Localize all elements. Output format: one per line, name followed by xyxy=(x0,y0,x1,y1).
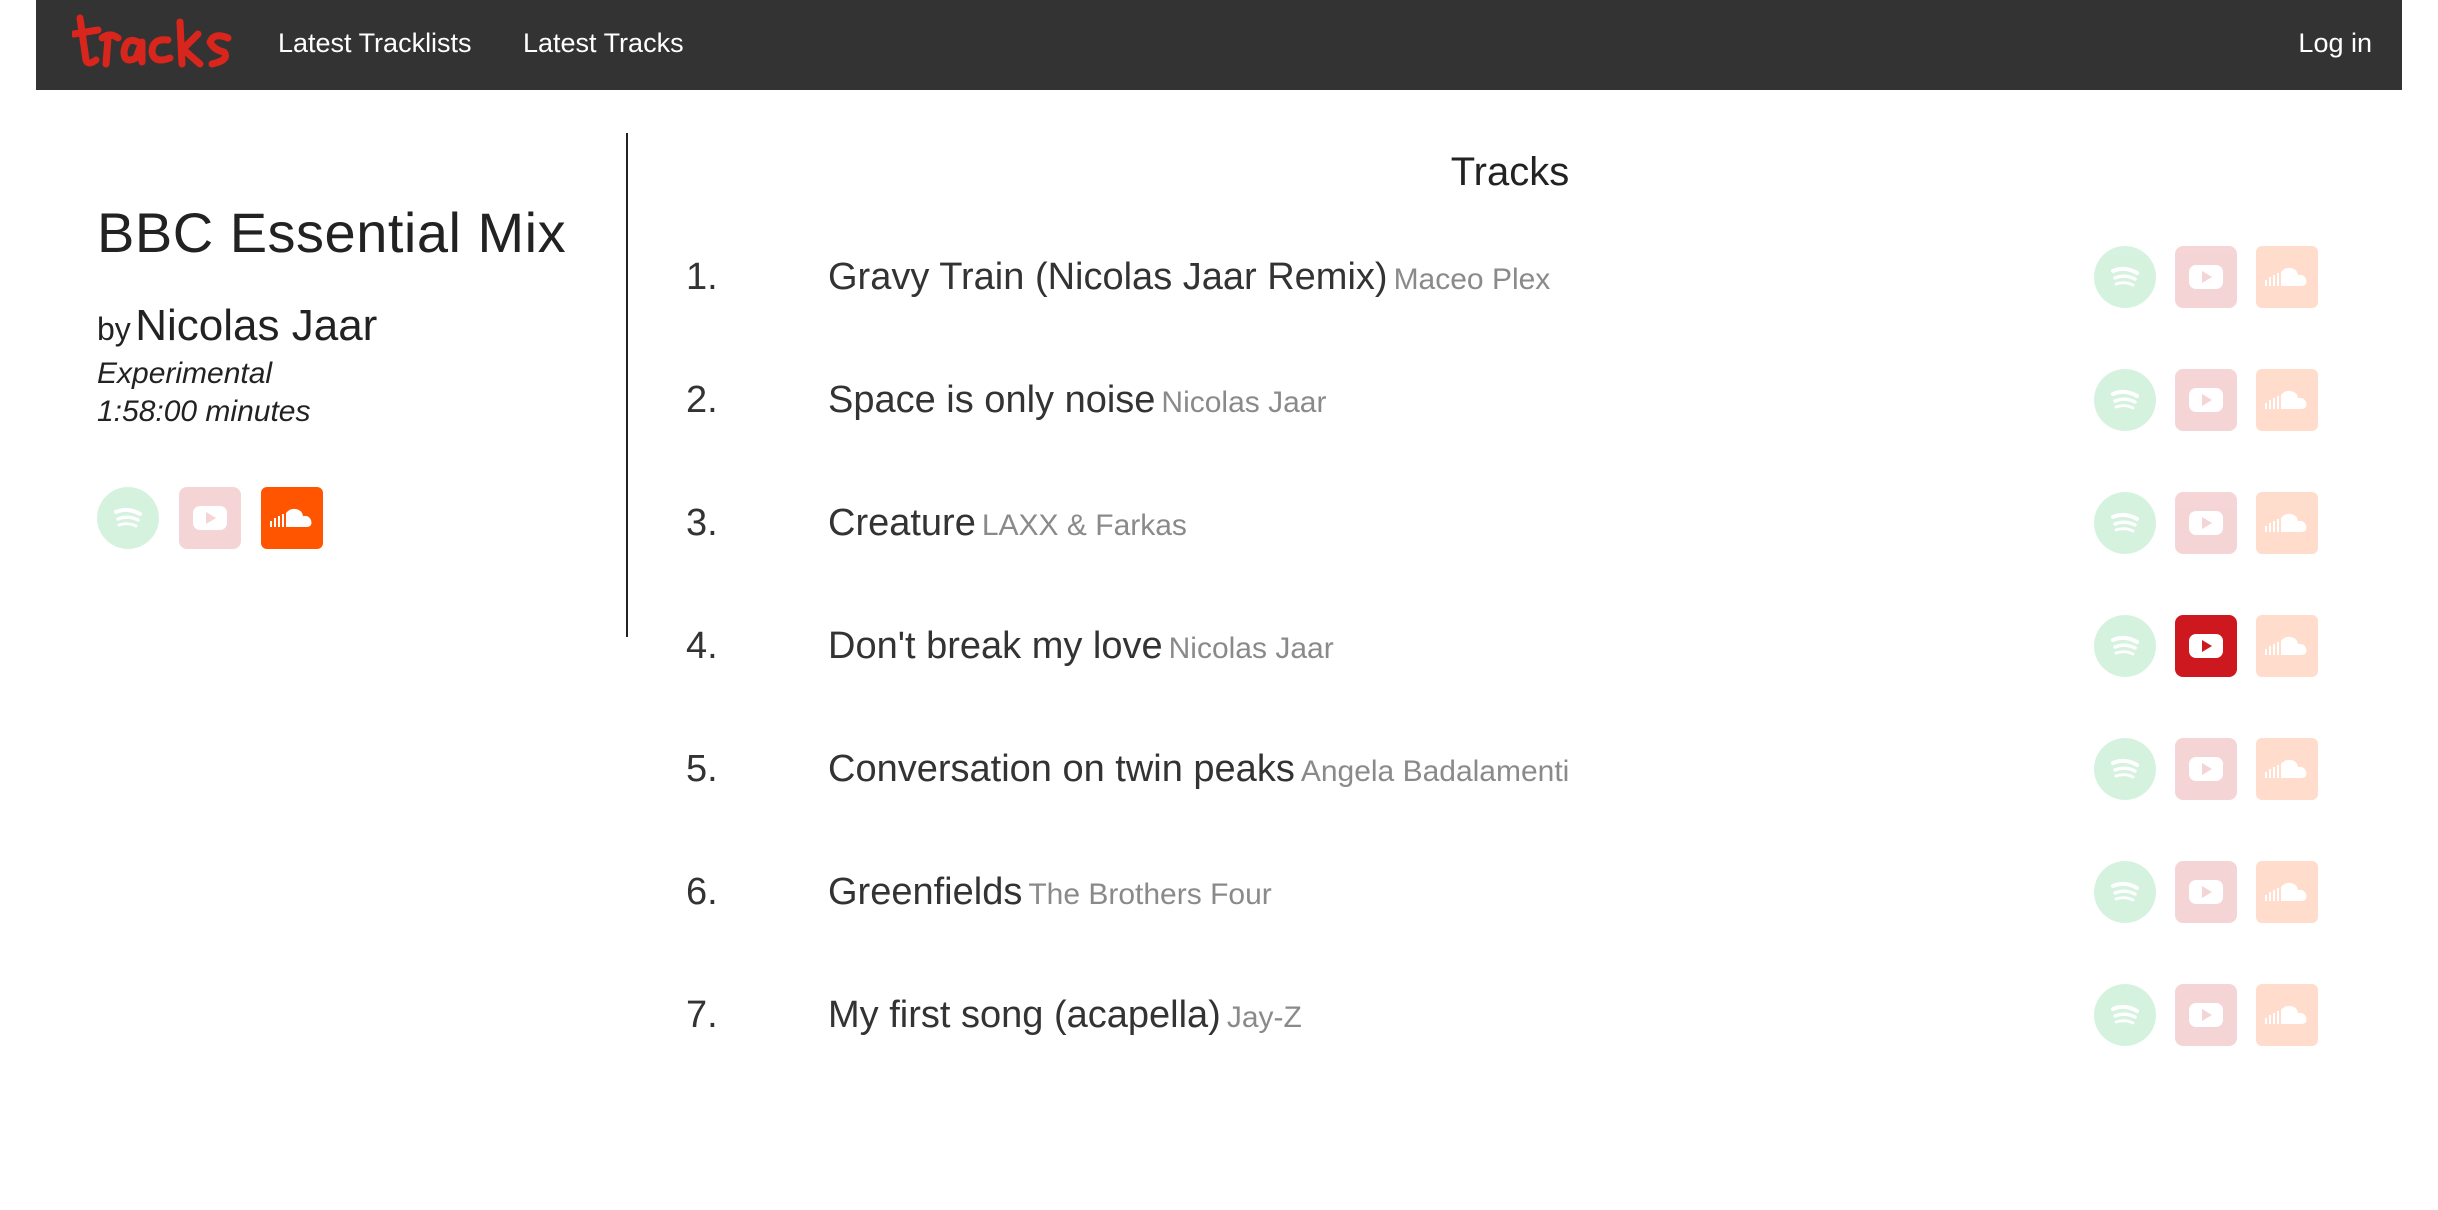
soundcloud-icon[interactable] xyxy=(2256,984,2318,1046)
track-artist[interactable]: The Brothers Four xyxy=(1028,878,1271,911)
nav-latest-tracks-link[interactable]: Latest Tracks xyxy=(523,28,684,59)
youtube-icon[interactable] xyxy=(2175,615,2237,677)
track-row: 5. Conversation on twin peaks Angela Badal… xyxy=(686,738,2326,808)
track-number: 4. xyxy=(686,625,718,667)
mix-service-links xyxy=(97,487,597,549)
nav-latest-tracklists-link[interactable]: Latest Tracklists xyxy=(278,28,472,59)
by-label: by xyxy=(97,311,131,347)
track-number: 6. xyxy=(686,871,718,913)
track-row: 1. Gravy Train (Nicolas Jaar Remix) Maceo … xyxy=(686,246,2326,316)
top-navbar: Latest Tracklists Latest Tracks Log in xyxy=(36,0,2402,90)
track-text: Conversation on twin peaks Angela Badalam… xyxy=(828,748,1569,791)
track-service-links xyxy=(2094,738,2318,800)
track-artist[interactable]: Nicolas Jaar xyxy=(1169,632,1334,665)
track-number: 1. xyxy=(686,256,718,298)
vertical-divider xyxy=(626,133,628,637)
tracks-heading: Tracks xyxy=(1450,150,1570,194)
track-service-links xyxy=(2094,984,2318,1046)
mix-info-panel: BBC Essential Mix by Nicolas Jaar Experi… xyxy=(97,200,597,549)
track-title[interactable]: Space is only noise xyxy=(828,379,1155,421)
youtube-icon[interactable] xyxy=(2175,861,2237,923)
track-service-links xyxy=(2094,246,2318,308)
track-row: 4. Don't break my love Nicolas Jaar xyxy=(686,615,2326,685)
youtube-icon[interactable] xyxy=(2175,984,2237,1046)
spotify-icon[interactable] xyxy=(2094,984,2156,1046)
spotify-icon[interactable] xyxy=(2094,246,2156,308)
track-text: Gravy Train (Nicolas Jaar Remix) Maceo Pl… xyxy=(828,256,1550,299)
track-number: 7. xyxy=(686,994,718,1036)
track-service-links xyxy=(2094,861,2318,923)
mix-title: BBC Essential Mix xyxy=(97,201,567,264)
track-artist[interactable]: Nicolas Jaar xyxy=(1161,386,1326,419)
track-number: 2. xyxy=(686,379,718,421)
spotify-icon[interactable] xyxy=(2094,615,2156,677)
track-text: Creature LAXX & Farkas xyxy=(828,502,1187,545)
track-service-links xyxy=(2094,369,2318,431)
soundcloud-icon[interactable] xyxy=(2256,861,2318,923)
soundcloud-icon[interactable] xyxy=(2256,738,2318,800)
soundcloud-icon[interactable] xyxy=(2256,492,2318,554)
track-row: 2. Space is only noise Nicolas Jaar xyxy=(686,369,2326,439)
mix-artist-name[interactable]: Nicolas Jaar xyxy=(135,301,377,350)
tracks-logo[interactable] xyxy=(70,8,236,74)
track-number: 5. xyxy=(686,748,718,790)
mix-duration: 1:58:00 minutes xyxy=(97,395,311,428)
track-text: My first song (acapella) Jay-Z xyxy=(828,994,1302,1037)
youtube-icon[interactable] xyxy=(2175,369,2237,431)
track-title[interactable]: Don't break my love xyxy=(828,625,1163,667)
track-title[interactable]: Conversation on twin peaks xyxy=(828,748,1295,790)
soundcloud-icon[interactable] xyxy=(2256,246,2318,308)
track-text: Don't break my love Nicolas Jaar xyxy=(828,625,1334,668)
track-number: 3. xyxy=(686,502,718,544)
spotify-icon[interactable] xyxy=(2094,738,2156,800)
spotify-icon[interactable] xyxy=(2094,369,2156,431)
soundcloud-icon[interactable] xyxy=(261,487,323,549)
soundcloud-icon[interactable] xyxy=(2256,369,2318,431)
track-text: Greenfields The Brothers Four xyxy=(828,871,1272,914)
mix-genre: Experimental xyxy=(97,357,273,390)
track-row: 6. Greenfields The Brothers Four xyxy=(686,861,2326,931)
track-title[interactable]: Gravy Train (Nicolas Jaar Remix) xyxy=(828,256,1388,298)
track-artist[interactable]: Maceo Plex xyxy=(1394,263,1551,296)
mix-by-line: by Nicolas Jaar xyxy=(97,301,597,351)
track-title[interactable]: Creature xyxy=(828,502,976,544)
youtube-icon[interactable] xyxy=(2175,492,2237,554)
track-text: Space is only noise Nicolas Jaar xyxy=(828,379,1326,422)
soundcloud-icon[interactable] xyxy=(2256,615,2318,677)
youtube-icon[interactable] xyxy=(2175,738,2237,800)
track-row: 3. Creature LAXX & Farkas xyxy=(686,492,2326,562)
youtube-icon[interactable] xyxy=(2175,246,2237,308)
track-service-links xyxy=(2094,492,2318,554)
track-row: 7. My first song (acapella) Jay-Z xyxy=(686,984,2326,1054)
spotify-icon[interactable] xyxy=(2094,492,2156,554)
track-title[interactable]: Greenfields xyxy=(828,871,1022,913)
track-artist[interactable]: Angela Badalamenti xyxy=(1301,755,1570,788)
login-link[interactable]: Log in xyxy=(2298,28,2372,59)
track-artist[interactable]: LAXX & Farkas xyxy=(982,509,1187,542)
track-service-links xyxy=(2094,615,2318,677)
track-title[interactable]: My first song (acapella) xyxy=(828,994,1221,1036)
spotify-icon[interactable] xyxy=(97,487,159,549)
spotify-icon[interactable] xyxy=(2094,861,2156,923)
youtube-icon[interactable] xyxy=(179,487,241,549)
track-artist[interactable]: Jay-Z xyxy=(1227,1001,1302,1034)
